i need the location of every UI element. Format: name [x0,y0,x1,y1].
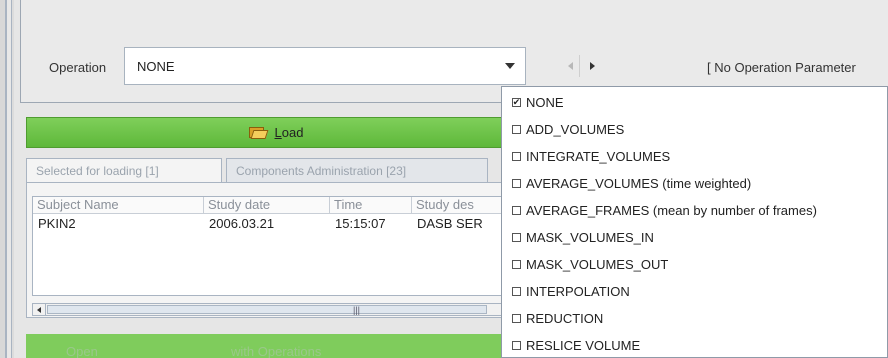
nav-separator [579,55,580,77]
table-cell-time[interactable]: 15:15:07 [330,216,412,231]
dropdown-item-mask-volumes-in[interactable]: MASK_VOLUMES_IN [502,224,887,251]
dropdown-item-mask-volumes-out[interactable]: MASK_VOLUMES_OUT [502,251,887,278]
table-cell-study-description[interactable]: DASB SER [412,216,503,231]
operation-select[interactable]: NONE [124,47,526,85]
operation-parameters-text: [ No Operation Parameter [707,60,856,75]
tab-selected-for-loading[interactable]: Selected for loading [1] [26,158,222,182]
checkbox-icon [512,152,521,161]
open-with-operations-button[interactable]: with Operations [231,344,321,358]
scrollbar-grip-icon: ||| [353,305,361,315]
dropdown-item-integrate-volumes[interactable]: INTEGRATE_VOLUMES [502,143,887,170]
checkbox-icon [512,233,521,242]
scroll-left-icon[interactable] [33,304,46,315]
selected-series-panel: Subject Name Study date Time Study des P… [26,182,506,318]
bottom-toolbar: Open with Operations [26,334,504,358]
operation-dropdown-list: ✔ NONE ADD_VOLUMES INTEGRATE_VOLUMES AVER… [501,86,888,358]
window-left-edge [0,0,14,358]
column-header-study-date[interactable]: Study date [204,197,330,214]
previous-operation-icon[interactable] [561,57,579,75]
open-button[interactable]: Open [66,344,98,358]
column-header-time[interactable]: Time [330,197,412,214]
series-table: Subject Name Study date Time Study des P… [32,196,503,296]
scrollbar-thumb[interactable]: ||| [47,305,487,315]
checkbox-icon [512,206,521,215]
open-folder-icon [248,126,268,139]
checkbox-icon [512,179,521,188]
horizontal-scrollbar[interactable]: ||| [32,303,502,316]
table-cell-subject-name[interactable]: PKIN2 [33,216,204,231]
load-button-label: Load [274,125,304,140]
dropdown-item-add-volumes[interactable]: ADD_VOLUMES [502,116,887,143]
dropdown-item-reduction[interactable]: REDUCTION [502,305,887,332]
tab-components-administration[interactable]: Components Administration [23] [226,158,488,182]
checked-icon: ✔ [512,97,521,107]
column-header-study-description[interactable]: Study des [412,197,503,214]
column-header-subject-name[interactable]: Subject Name [33,197,204,214]
table-cell-study-date[interactable]: 2006.03.21 [204,216,330,231]
checkbox-icon [512,287,521,296]
dropdown-item-reslice-volume[interactable]: RESLICE VOLUME [502,332,887,358]
checkbox-icon [512,341,521,350]
operation-label: Operation [49,60,107,75]
dropdown-item-none[interactable]: ✔ NONE [502,89,887,116]
operation-selected-value: NONE [137,59,175,74]
chevron-down-icon[interactable] [495,48,525,84]
dropdown-item-interpolation[interactable]: INTERPOLATION [502,278,887,305]
checkbox-icon [512,314,521,323]
checkbox-icon [512,125,521,134]
next-operation-icon[interactable] [583,57,601,75]
load-button[interactable]: Load [26,117,526,148]
dropdown-item-average-volumes[interactable]: AVERAGE_VOLUMES (time weighted) [502,170,887,197]
dropdown-item-average-frames[interactable]: AVERAGE_FRAMES (mean by number of frames… [502,197,887,224]
checkbox-icon [512,260,521,269]
